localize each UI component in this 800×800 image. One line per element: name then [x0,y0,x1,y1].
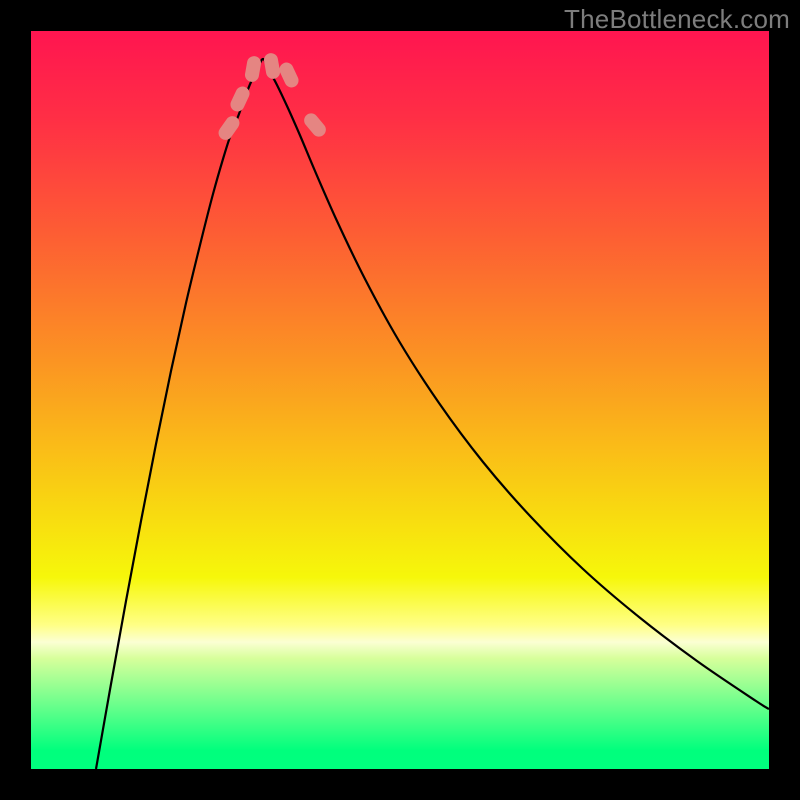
watermark-text: TheBottleneck.com [564,4,790,35]
chart-svg [31,31,769,769]
chart-background-gradient [31,31,769,769]
outer-frame: TheBottleneck.com [0,0,800,800]
chart-plot-area [31,31,769,769]
